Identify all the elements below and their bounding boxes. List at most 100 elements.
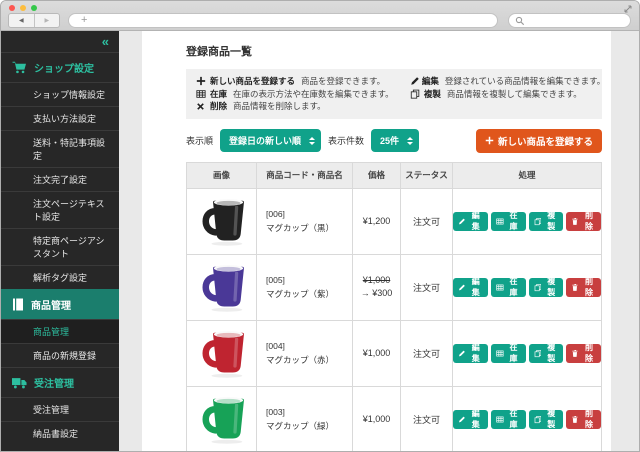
sidebar-section-shop-settings[interactable]: ショップ設定 [1,52,119,82]
count-dropdown[interactable]: 25件 [371,129,419,152]
pencil-icon [458,349,466,358]
product-code-name: [003] マグカップ（緑） [257,387,353,452]
sort-value: 登録日の新しい順 [229,134,301,147]
sort-label: 表示順 [186,134,213,147]
col-header-price: 価格 [353,163,401,188]
expand-icon[interactable] [623,4,633,14]
product-code: [006] [266,207,285,221]
legend-left-column: 新しい商品を登録する 商品を登録できます。 在庫 在庫の表示方法や在庫数を編集で… [196,75,410,113]
edit-button[interactable]: 編集 [453,278,488,297]
chevron-updown-icon [309,137,315,145]
sidebar-section-label: ショップ設定 [34,60,94,75]
trash-icon [571,283,579,292]
copy-button[interactable]: 複製 [529,212,564,231]
add-product-button[interactable]: 新しい商品を登録する [476,129,602,153]
copy-button[interactable]: 複製 [529,344,564,363]
address-bar[interactable]: + [68,13,498,28]
copy-icon [534,283,542,292]
col-header-status: ステータス [401,163,453,188]
app-viewport: « ショップ設定 ショップ情報設定 支払い方法設定 送料・特記事項設定 注文完了… [1,31,639,452]
product-price: ¥1,200 [353,189,401,254]
stock-button[interactable]: 在庫 [491,278,526,297]
book-icon [12,298,24,311]
legend-copy: 複製 商品情報を複製して編集できます。 [410,88,592,101]
sidebar-section-label: 商品管理 [31,297,71,312]
sidebar: « ショップ設定 ショップ情報設定 支払い方法設定 送料・特記事項設定 注文完了… [1,31,119,452]
main-area: 登録商品一覧 新しい商品を登録する 商品を登録できます。 在庫 在庫の表示方法や… [119,31,639,452]
price: ¥1,200 [363,215,391,228]
legend-delete: 削除 商品情報を削除します。 [196,100,410,113]
delete-button[interactable]: 削除 [566,344,601,363]
delete-button[interactable]: 削除 [566,278,601,297]
sidebar-item-order-page-text[interactable]: 注文ページテキスト設定 [1,191,119,228]
product-name: マグカップ（黒） [266,221,334,235]
sidebar-item-delivery-slip[interactable]: 納品書設定 [1,421,119,445]
price: → ¥300 [361,287,393,300]
search-field[interactable] [508,13,631,28]
price: ¥1,000 [363,413,391,426]
stock-button[interactable]: 在庫 [491,410,526,429]
sidebar-item-shipping[interactable]: 送料・特記事項設定 [1,130,119,167]
price: ¥1,000 [363,347,391,360]
count-value: 25件 [380,134,399,147]
edit-button[interactable]: 編集 [453,212,488,231]
add-product-label: 新しい商品を登録する [498,134,593,148]
product-code: [005] [266,273,285,287]
col-header-code-name: 商品コード・商品名 [257,163,353,188]
grid-icon [496,217,504,226]
product-code: [004] [266,339,285,353]
legend-label: 複製 [424,88,441,101]
product-status: 注文可 [401,387,453,452]
edit-button[interactable]: 編集 [453,410,488,429]
stock-button[interactable]: 在庫 [491,344,526,363]
content-panel: 登録商品一覧 新しい商品を登録する 商品を登録できます。 在庫 在庫の表示方法や… [142,31,611,452]
sidebar-item-payment[interactable]: 支払い方法設定 [1,106,119,130]
copy-icon [534,415,542,424]
edit-button[interactable]: 編集 [453,344,488,363]
sidebar-item-shop-info[interactable]: ショップ情報設定 [1,82,119,106]
product-image [187,255,257,320]
col-header-actions: 処理 [453,163,601,188]
product-name: マグカップ（紫） [266,287,334,301]
copy-icon [534,349,542,358]
price-old: ¥1,000 [363,274,391,287]
sidebar-item-order-management[interactable]: 受注管理 [1,397,119,421]
product-status: 注文可 [401,321,453,386]
sidebar-item-tokutei-page[interactable]: 特定商ページアシスタント [1,228,119,265]
sidebar-section-order-management[interactable]: 受注管理 [1,367,119,397]
forward-button[interactable]: ▶ [34,14,60,27]
product-actions: 編集 在庫 複製 削除 [453,387,601,452]
sidebar-item-order-complete[interactable]: 注文完了設定 [1,167,119,191]
sidebar-collapse-button[interactable]: « [1,31,119,52]
plus-icon: + [81,15,87,26]
sidebar-section-label: 受注管理 [34,375,74,390]
grid-icon [496,349,504,358]
legend-desc: 商品情報を複製して編集できます。 [447,88,582,101]
copy-button[interactable]: 複製 [529,410,564,429]
product-code-name: [006] マグカップ（黒） [257,189,353,254]
legend-desc: 登録されている商品情報を編集できます。 [445,75,605,88]
close-button[interactable] [9,5,15,11]
minimize-button[interactable] [20,5,26,11]
table-row: [003] マグカップ（緑） ¥1,000 注文可 編集 在庫 複製 削除 [187,387,601,452]
product-price: ¥1,000 → ¥300 [353,255,401,320]
delete-button[interactable]: 削除 [566,212,601,231]
copy-button[interactable]: 複製 [529,278,564,297]
stock-button[interactable]: 在庫 [491,212,526,231]
sidebar-item-product-management[interactable]: 商品管理 [1,319,119,343]
legend-label: 在庫 [210,88,227,101]
sidebar-item-product-new[interactable]: 商品の新規登録 [1,343,119,367]
table-row: [004] マグカップ（赤） ¥1,000 注文可 編集 在庫 複製 削除 [187,321,601,387]
table-header-row: 画像 商品コード・商品名 価格 ステータス 処理 [187,163,601,189]
zoom-button[interactable] [31,5,37,11]
sidebar-item-analytics-tag[interactable]: 解析タグ設定 [1,265,119,289]
delete-button[interactable]: 削除 [566,410,601,429]
table-row: [005] マグカップ（紫） ¥1,000 → ¥300 注文可 編集 在庫 複… [187,255,601,321]
trash-icon [571,349,579,358]
x-icon [196,102,208,111]
grid-icon [196,89,208,99]
sidebar-section-product-management[interactable]: 商品管理 [1,289,119,319]
back-button[interactable]: ◀ [9,14,34,27]
browser-chrome: ◀ ▶ + [1,1,639,31]
sort-dropdown[interactable]: 登録日の新しい順 [220,129,321,152]
